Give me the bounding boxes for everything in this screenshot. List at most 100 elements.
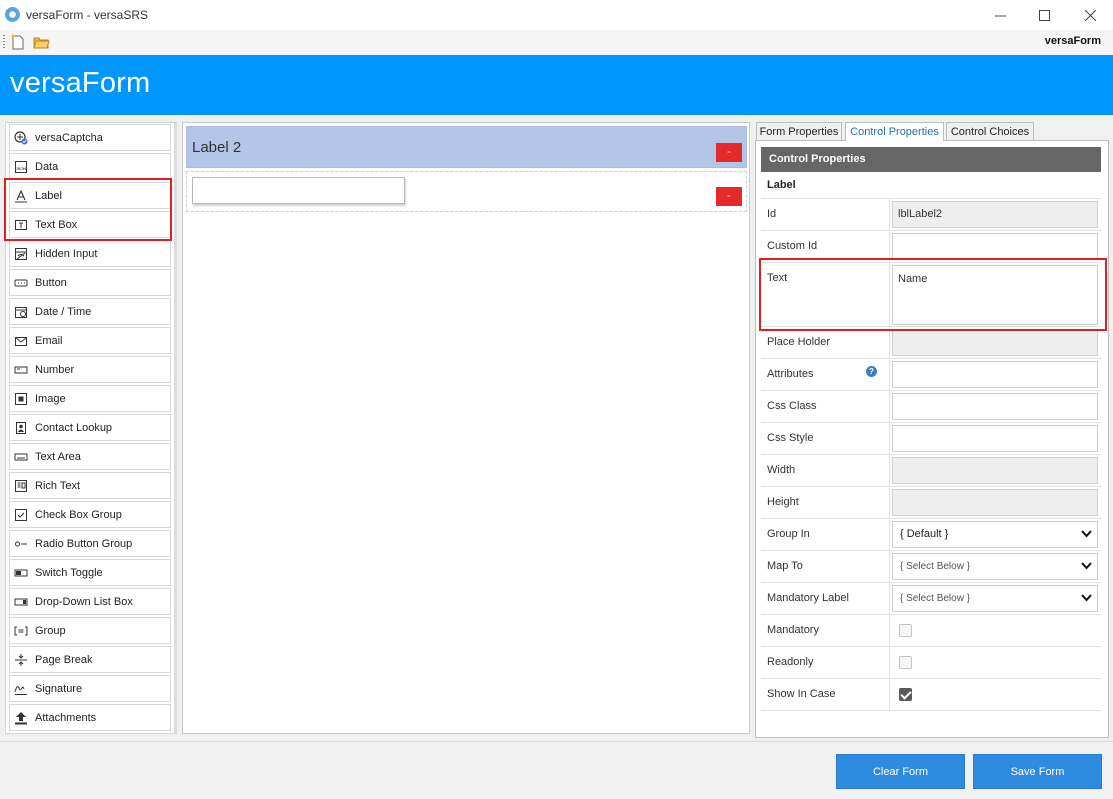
clear-form-button[interactable]: Clear Form	[836, 754, 965, 789]
show-in-case-checkbox[interactable]	[899, 688, 912, 701]
prop-row-show-in-case: Show In Case	[761, 679, 1101, 711]
toggle-icon	[14, 566, 28, 580]
toolbox-item-text-box[interactable]: Text Box	[9, 211, 171, 238]
radio-icon	[14, 537, 28, 551]
toolbar: versaForm	[0, 30, 1113, 54]
toolbox-item-number[interactable]: Number	[9, 356, 171, 383]
toolbox-item-label: Radio Button Group	[35, 537, 133, 550]
textbox-control-row[interactable]: -	[186, 171, 747, 212]
mandatory-checkbox[interactable]	[899, 624, 912, 637]
tab-control-properties[interactable]: Control Properties	[845, 122, 944, 141]
delete-textbox-button[interactable]: -	[716, 187, 742, 206]
close-icon[interactable]	[1075, 4, 1105, 26]
map-to-value: { Select Below }	[900, 561, 971, 572]
chevron-down-icon	[1081, 562, 1092, 570]
toolbox-item-label: versaCaptcha	[35, 131, 103, 144]
toolbox-item-label: Number	[35, 363, 75, 376]
width-field	[892, 457, 1098, 484]
toolbox-item-radio-button-group[interactable]: Radio Button Group	[9, 530, 171, 557]
prop-label: Place Holder	[767, 336, 830, 348]
header-title: versaForm	[10, 67, 151, 99]
toolbox-item-attachments[interactable]: Attachments	[9, 704, 171, 731]
toolbox-item-button[interactable]: Button	[9, 269, 171, 296]
image-icon	[14, 392, 28, 406]
toolbar-brand: versaForm	[1044, 35, 1101, 47]
bottom-bar: Clear Form Save Form	[0, 741, 1113, 799]
prop-label: Show In Case	[767, 688, 836, 700]
textbox-control-preview[interactable]	[192, 177, 405, 204]
calendar-icon	[14, 305, 28, 319]
window-title: versaForm - versaSRS	[26, 8, 149, 22]
toolbox-item-contact-lookup[interactable]: Contact Lookup	[9, 414, 171, 441]
toolbox-item-versacaptcha[interactable]: versaCaptcha	[9, 124, 171, 151]
toolbox-item-signature[interactable]: Signature	[9, 675, 171, 702]
prop-label: Css Class	[767, 400, 817, 412]
captcha-icon	[14, 130, 28, 145]
toolbox-scrollbar[interactable]	[174, 123, 177, 733]
page-break-icon	[14, 653, 28, 667]
toolbox-item-label: Email	[35, 334, 63, 347]
toolbox-item-page-break[interactable]: Page Break	[9, 646, 171, 673]
prop-row-readonly: Readonly	[761, 647, 1101, 679]
toolbox-item-label: Signature	[35, 682, 83, 695]
prop-label: Height	[767, 496, 799, 508]
toolbox-item-label: Contact Lookup	[35, 421, 113, 434]
mandatory-label-select[interactable]: { Select Below }	[892, 585, 1098, 612]
minimize-icon[interactable]	[985, 4, 1015, 26]
tab-control-choices[interactable]: Control Choices	[946, 122, 1034, 140]
css-class-field[interactable]	[892, 393, 1098, 420]
toolbox-item-drop-down-list-box[interactable]: Drop-Down List Box	[9, 588, 171, 615]
properties-panel: Control Properties Label Id lblLabel2 Cu…	[755, 140, 1109, 738]
label-icon	[14, 189, 28, 203]
toolbox-item-image[interactable]: Image	[9, 385, 171, 412]
tab-form-properties[interactable]: Form Properties	[756, 122, 842, 140]
save-form-button[interactable]: Save Form	[973, 754, 1102, 789]
prop-row-group-in: Group In { Default }	[761, 519, 1101, 551]
text-field[interactable]: Name	[892, 265, 1098, 325]
toolbox-item-hidden-input[interactable]: Hidden Input	[9, 240, 171, 267]
toolbox-item-label: Drop-Down List Box	[35, 595, 133, 608]
prop-label: Group In	[767, 528, 810, 540]
toolbox-item-label: Image	[35, 392, 66, 405]
delete-label-button[interactable]: -	[716, 143, 742, 162]
toolbox-item-text-area[interactable]: Text Area	[9, 443, 171, 470]
prop-label: Custom Id	[767, 240, 818, 252]
readonly-checkbox[interactable]	[899, 656, 912, 669]
toolbox-item-switch-toggle[interactable]: Switch Toggle	[9, 559, 171, 586]
css-style-field[interactable]	[892, 425, 1098, 452]
toolbar-grip	[3, 35, 5, 49]
richtext-icon	[14, 479, 28, 493]
toolbox-item-email[interactable]: Email	[9, 327, 171, 354]
prop-label: Readonly	[767, 656, 814, 668]
chevron-down-icon	[1081, 594, 1092, 602]
toolbox-item-label[interactable]: Label	[9, 182, 171, 209]
custom-id-field[interactable]	[892, 233, 1098, 260]
toolbox-item-date-time[interactable]: Date / Time	[9, 298, 171, 325]
prop-label: Mandatory	[767, 624, 819, 636]
mandatory-label-value: { Select Below }	[900, 593, 971, 604]
toolbox-item-rich-text[interactable]: Rich Text	[9, 472, 171, 499]
prop-row-height: Height	[761, 487, 1101, 519]
json-file-icon: JSON	[14, 160, 28, 174]
new-file-icon[interactable]	[9, 33, 27, 51]
toolbox-item-data[interactable]: JSON Data	[9, 153, 171, 180]
label-control-row[interactable]: Label 2 -	[186, 126, 747, 168]
group-in-value: { Default }	[900, 528, 949, 540]
chevron-down-icon	[1081, 530, 1092, 538]
prop-label: Map To	[767, 560, 803, 572]
signature-icon	[14, 682, 28, 696]
button-icon	[14, 276, 28, 290]
open-folder-icon[interactable]	[32, 33, 50, 51]
group-in-select[interactable]: { Default }	[892, 521, 1098, 548]
toolbox-item-group[interactable]: Group	[9, 617, 171, 644]
toolbox-item-check-box-group[interactable]: Check Box Group	[9, 501, 171, 528]
height-field	[892, 489, 1098, 516]
attributes-field[interactable]	[892, 361, 1098, 388]
group-icon	[14, 624, 28, 638]
map-to-select[interactable]: { Select Below }	[892, 553, 1098, 580]
help-icon[interactable]: ?	[866, 366, 877, 377]
maximize-icon[interactable]	[1029, 4, 1059, 26]
prop-label: Id	[767, 208, 777, 220]
title-bar: versaForm - versaSRS	[0, 0, 1113, 30]
prop-row-mandatory-label: Mandatory Label { Select Below }	[761, 583, 1101, 615]
